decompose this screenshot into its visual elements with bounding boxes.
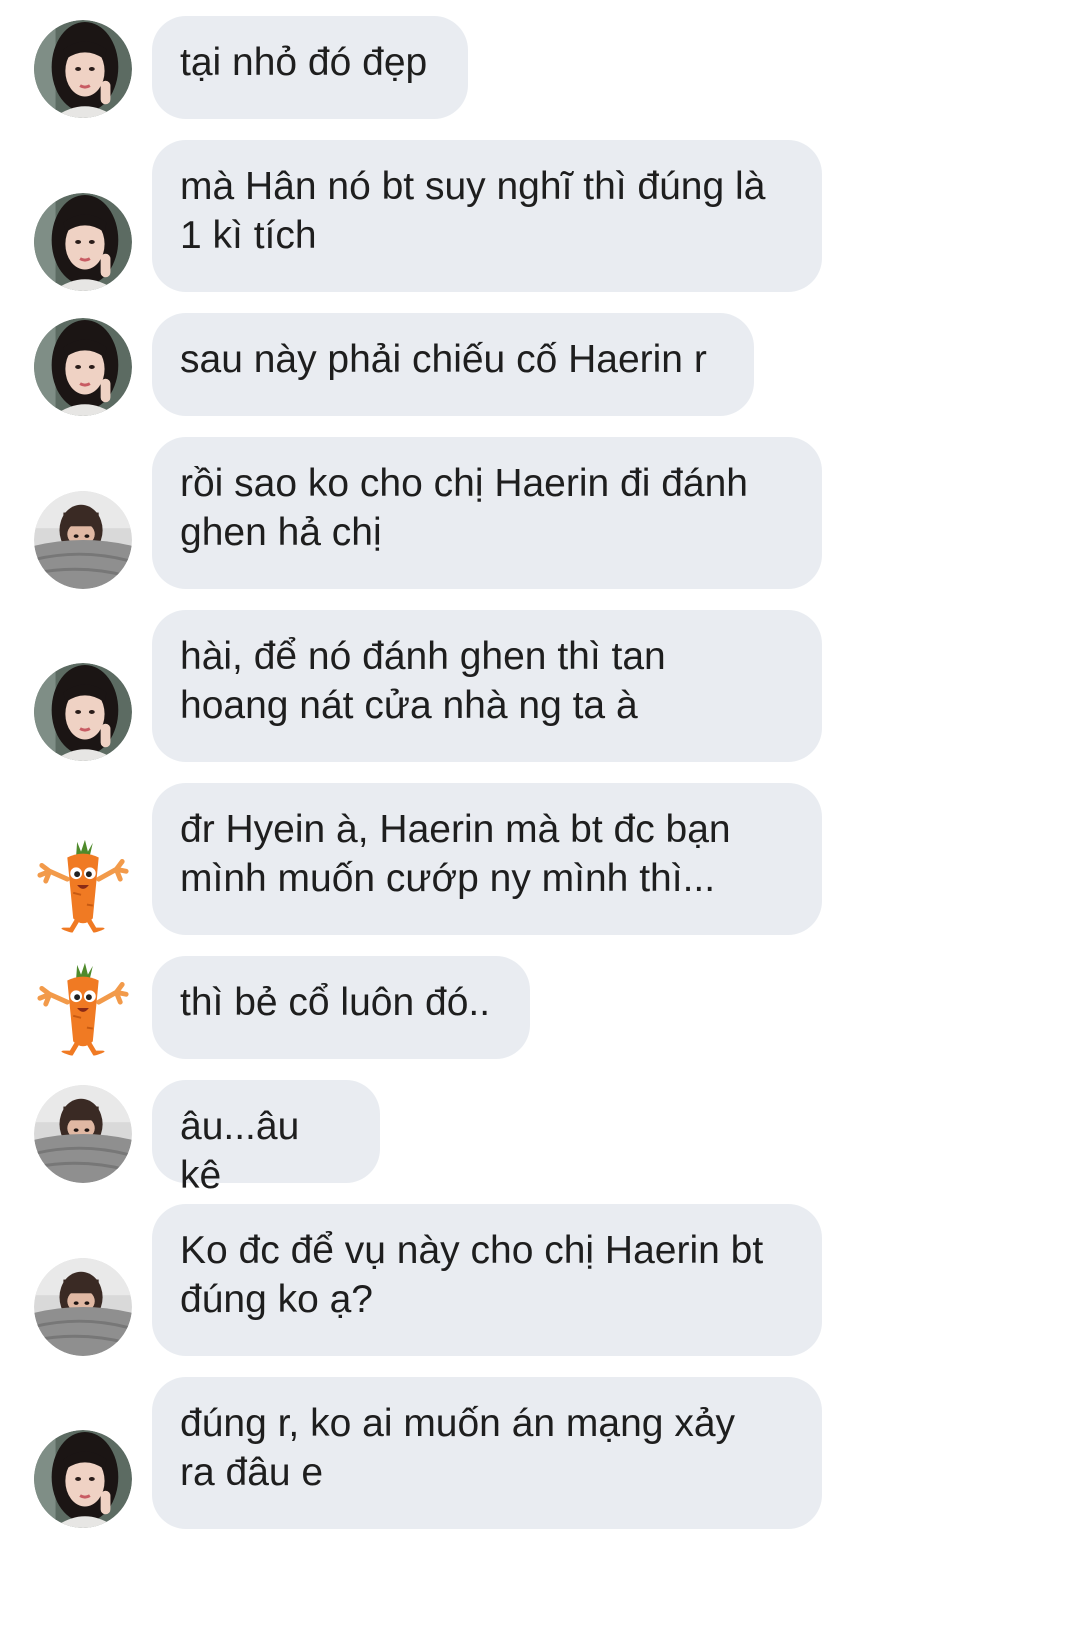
- girl-avatar-icon[interactable]: [34, 318, 132, 416]
- message-bubble[interactable]: tại nhỏ đó đẹp: [152, 16, 468, 119]
- message-text: sau này phải chiếu cố Haerin r: [180, 338, 707, 381]
- message-bubble[interactable]: mà Hân nó bt suy nghĩ thì đúng là 1 kì t…: [152, 140, 822, 292]
- message-text: thì bẻ cổ luôn đó..: [180, 981, 491, 1024]
- message-bubble[interactable]: đr Hyein à, Haerin mà bt đc bạn mình muố…: [152, 783, 822, 935]
- blanket-avatar-icon[interactable]: [34, 491, 132, 589]
- message-bubble[interactable]: đúng r, ko ai muốn án mạng xảy ra đâu e: [152, 1377, 822, 1529]
- message-text: đr Hyein à, Haerin mà bt đc bạn mình muố…: [180, 808, 731, 900]
- message-text: mà Hân nó bt suy nghĩ thì đúng là 1 kì t…: [180, 165, 766, 257]
- message-bubble[interactable]: âu...âu kê: [152, 1080, 380, 1197]
- message-thread: tại nhỏ đó đẹp mà Hân nó bt suy nghĩ thì…: [0, 0, 1080, 1633]
- message-bubble[interactable]: hài, để nó đánh ghen thì tan hoang nát c…: [152, 610, 822, 762]
- message-bubble[interactable]: Ko đc để vụ này cho chị Haerin bt đúng k…: [152, 1204, 822, 1356]
- message-text: đúng r, ko ai muốn án mạng xảy ra đâu e: [180, 1402, 736, 1494]
- girl-avatar-icon[interactable]: [34, 193, 132, 291]
- message-text: hài, để nó đánh ghen thì tan hoang nát c…: [180, 635, 666, 727]
- message-text: âu...âu kê: [180, 1105, 300, 1197]
- carrot-avatar-icon[interactable]: [34, 836, 132, 934]
- message-text: tại nhỏ đó đẹp: [180, 41, 428, 84]
- message-bubble[interactable]: rồi sao ko cho chị Haerin đi đánh ghen h…: [152, 437, 822, 589]
- girl-avatar-icon[interactable]: [34, 663, 132, 761]
- girl-avatar-icon[interactable]: [34, 20, 132, 118]
- blanket-avatar-icon[interactable]: [34, 1085, 132, 1183]
- message-bubble[interactable]: thì bẻ cổ luôn đó..: [152, 956, 530, 1059]
- carrot-avatar-icon[interactable]: [34, 959, 132, 1057]
- girl-avatar-icon[interactable]: [34, 1430, 132, 1528]
- message-text: Ko đc để vụ này cho chị Haerin bt đúng k…: [180, 1229, 764, 1321]
- blanket-avatar-icon[interactable]: [34, 1258, 132, 1356]
- message-bubble[interactable]: sau này phải chiếu cố Haerin r: [152, 313, 754, 416]
- message-text: rồi sao ko cho chị Haerin đi đánh ghen h…: [180, 462, 748, 554]
